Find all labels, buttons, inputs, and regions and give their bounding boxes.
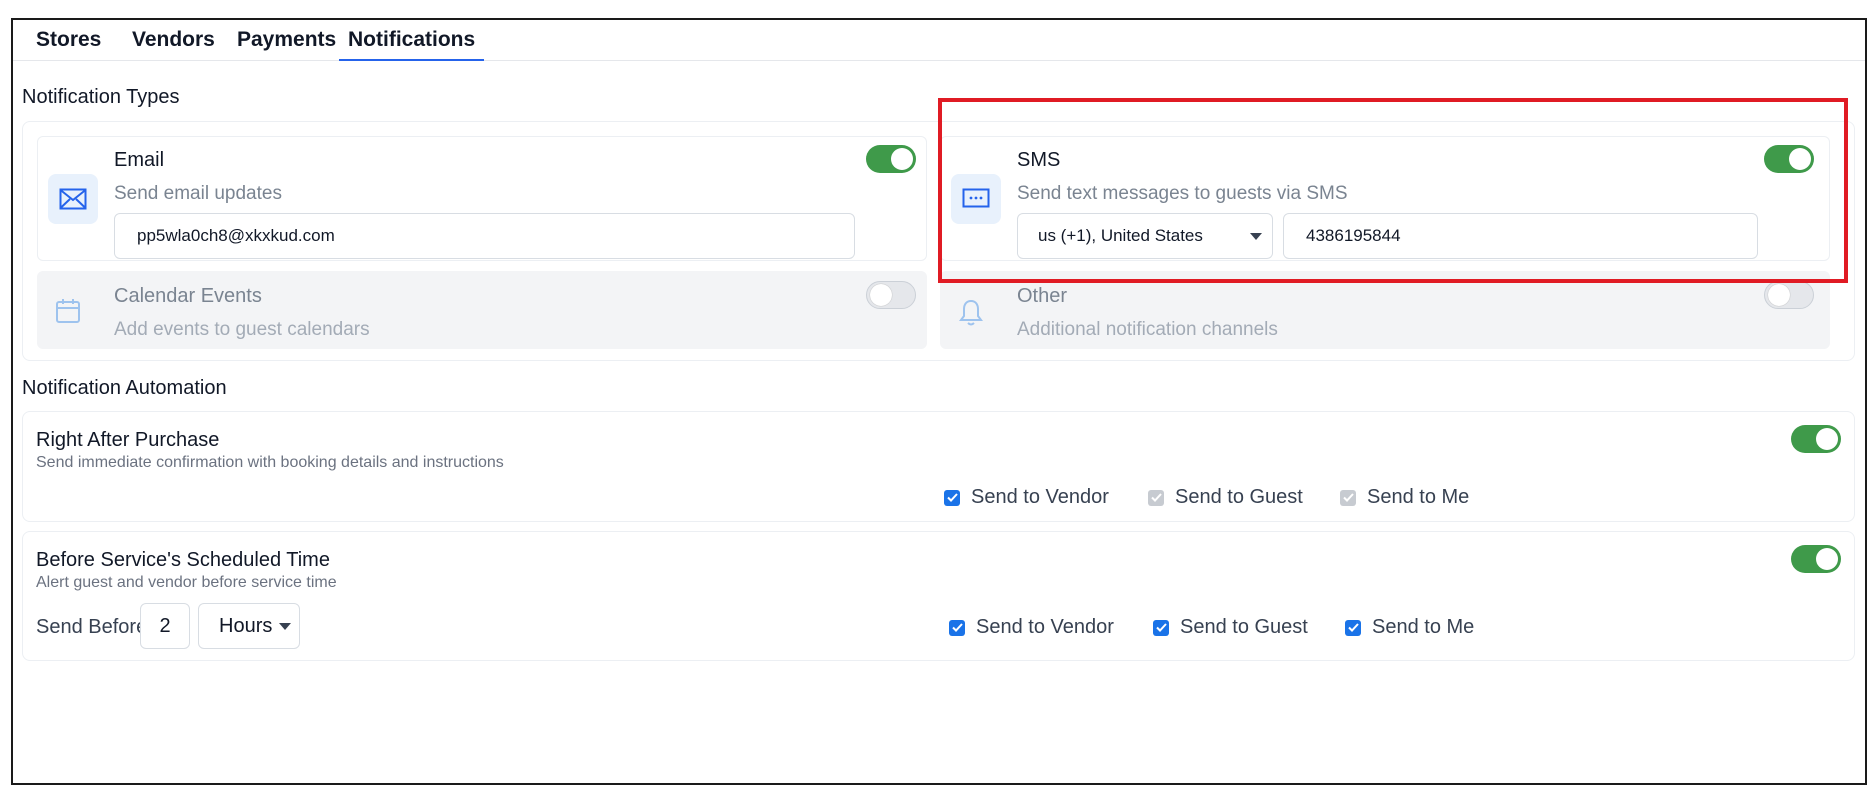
send-to-me-label: Send to Me — [1367, 486, 1470, 508]
checkbox-checked-disabled-icon — [1340, 489, 1356, 506]
tab-notifications[interactable]: Notifications — [339, 28, 485, 61]
after-purchase-title: Right After Purchase — [36, 429, 220, 451]
send-to-guest-label: Send to Guest — [1175, 486, 1303, 508]
other-toggle[interactable] — [1764, 281, 1814, 309]
before-service-send-to-me[interactable]: Send to Me — [1345, 616, 1474, 639]
after-purchase-send-to-me[interactable]: Send to Me — [1340, 486, 1469, 509]
settings-frame: Stores Vendors Payments Notifications No… — [11, 18, 1867, 785]
tab-vendors[interactable]: Vendors — [123, 28, 224, 61]
after-purchase-toggle[interactable] — [1791, 425, 1841, 453]
checkbox-checked-disabled-icon — [1148, 489, 1164, 506]
send-to-me-label: Send to Me — [1372, 616, 1475, 638]
tab-bar: Stores Vendors Payments Notifications — [13, 20, 1865, 61]
before-service-description: Alert guest and vendor before service ti… — [36, 574, 337, 591]
email-description: Send email updates — [114, 183, 282, 204]
bell-icon — [946, 288, 996, 338]
chevron-down-icon — [279, 623, 291, 630]
calendar-description: Add events to guest calendars — [114, 319, 370, 340]
before-service-panel: Before Service's Scheduled Time Alert gu… — [22, 531, 1855, 661]
tab-payments[interactable]: Payments — [228, 28, 345, 61]
before-service-send-to-guest[interactable]: Send to Guest — [1153, 616, 1308, 639]
time-unit-select[interactable]: Hours — [198, 603, 300, 649]
after-purchase-panel: Right After Purchase Send immediate conf… — [22, 411, 1855, 522]
calendar-toggle[interactable] — [866, 281, 916, 309]
time-unit-value: Hours — [219, 615, 273, 637]
after-purchase-description: Send immediate confirmation with booking… — [36, 454, 504, 471]
send-before-label: Send Before: — [36, 616, 153, 638]
send-before-input[interactable]: 2 — [140, 603, 190, 649]
sms-highlight-box — [938, 98, 1848, 283]
after-purchase-send-to-guest[interactable]: Send to Guest — [1148, 486, 1303, 509]
checkbox-checked-icon[interactable] — [1345, 619, 1361, 636]
before-service-send-to-vendor[interactable]: Send to Vendor — [949, 616, 1114, 639]
calendar-icon — [43, 286, 93, 336]
before-service-toggle[interactable] — [1791, 545, 1841, 573]
checkbox-checked-icon[interactable] — [1153, 619, 1169, 636]
checkbox-checked-icon[interactable] — [949, 619, 965, 636]
send-to-vendor-label: Send to Vendor — [971, 486, 1109, 508]
notification-automation-title: Notification Automation — [22, 377, 227, 399]
envelope-icon — [48, 174, 98, 224]
notification-types-title: Notification Types — [22, 86, 180, 108]
email-toggle[interactable] — [866, 145, 916, 173]
email-input[interactable]: pp5wla0ch8@xkxkud.com — [114, 213, 855, 259]
calendar-card: Calendar Events Add events to guest cale… — [37, 271, 927, 349]
other-title: Other — [1017, 285, 1068, 307]
checkbox-checked-icon[interactable] — [944, 489, 960, 506]
before-service-title: Before Service's Scheduled Time — [36, 549, 330, 571]
email-card: Email Send email updates pp5wla0ch8@xkxk… — [37, 136, 927, 261]
send-to-guest-label: Send to Guest — [1180, 616, 1308, 638]
email-title: Email — [114, 149, 165, 171]
other-description: Additional notification channels — [1017, 319, 1278, 340]
send-to-vendor-label: Send to Vendor — [976, 616, 1114, 638]
tab-stores[interactable]: Stores — [27, 28, 110, 61]
after-purchase-send-to-vendor[interactable]: Send to Vendor — [944, 486, 1109, 509]
calendar-title: Calendar Events — [114, 285, 262, 307]
